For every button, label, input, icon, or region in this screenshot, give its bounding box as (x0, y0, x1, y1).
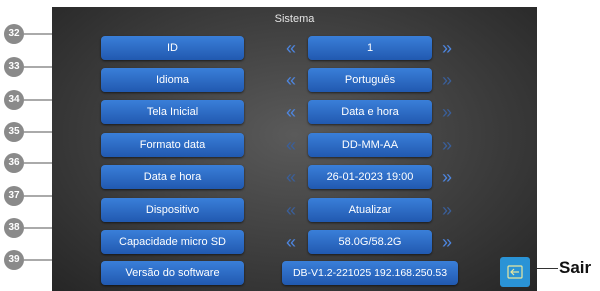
date-format-left-arrow-icon[interactable]: « (282, 133, 300, 157)
exit-caption: Sair (559, 258, 592, 277)
date-format-label-button[interactable]: Formato data (101, 133, 244, 157)
home-screen-left-arrow-icon[interactable]: « (282, 100, 300, 124)
device-left-arrow-icon[interactable]: « (282, 198, 300, 222)
language-value-button[interactable]: Português (308, 68, 432, 92)
device-value-button[interactable]: Atualizar (308, 198, 432, 222)
device-label-button[interactable]: Dispositivo (101, 198, 244, 222)
software-version-label-button[interactable]: Versão do software (101, 261, 244, 285)
sd-capacity-right-arrow-icon[interactable]: » (438, 230, 456, 254)
language-right-arrow-icon[interactable]: » (438, 68, 456, 92)
id-right-arrow-icon[interactable]: » (438, 36, 456, 60)
id-label-button[interactable]: ID (101, 36, 244, 60)
date-format-right-arrow-icon[interactable]: » (438, 133, 456, 157)
software-version-value: DB-V1.2-221025 192.168.250.53 (282, 261, 458, 285)
date-time-value-button[interactable]: 26-01-2023 19:00 (308, 165, 432, 189)
language-left-arrow-icon[interactable]: « (282, 68, 300, 92)
device-screen: Sistema ID « 1 » Idioma « Português » Te… (52, 7, 537, 291)
home-screen-right-arrow-icon[interactable]: » (438, 100, 456, 124)
sd-capacity-left-arrow-icon[interactable]: « (282, 230, 300, 254)
exit-leader-line (537, 268, 558, 269)
sd-capacity-value-button[interactable]: 58.0G/58.2G (308, 230, 432, 254)
exit-button[interactable] (500, 257, 530, 287)
id-value-button[interactable]: 1 (308, 36, 432, 60)
date-time-left-arrow-icon[interactable]: « (282, 165, 300, 189)
date-time-right-arrow-icon[interactable]: » (438, 165, 456, 189)
screen-title: Sistema (274, 13, 315, 25)
id-left-arrow-icon[interactable]: « (282, 36, 300, 60)
device-right-arrow-icon[interactable]: » (438, 198, 456, 222)
date-format-value-button[interactable]: DD-MM-AA (308, 133, 432, 157)
sd-capacity-label-button[interactable]: Capacidade micro SD (101, 230, 244, 254)
date-time-label-button[interactable]: Data e hora (101, 165, 244, 189)
home-screen-label-button[interactable]: Tela Inicial (101, 100, 244, 124)
home-screen-value-button[interactable]: Data e hora (308, 100, 432, 124)
language-label-button[interactable]: Idioma (101, 68, 244, 92)
exit-icon (507, 265, 523, 279)
